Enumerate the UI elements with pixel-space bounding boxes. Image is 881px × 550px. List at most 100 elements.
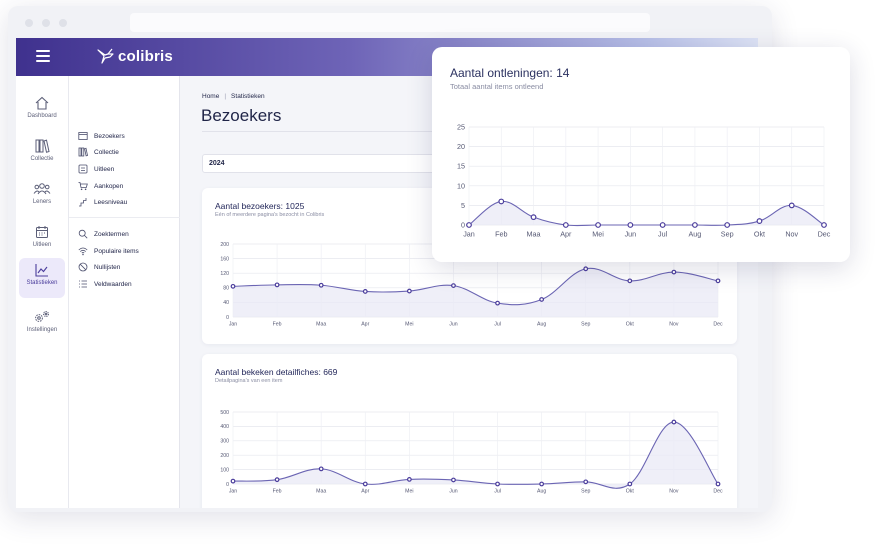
chart-icon [35,264,48,277]
x-tick-label: Sep [581,321,590,327]
logo-text: colibris [118,47,173,65]
search-icon [78,229,88,239]
page-title: Bezoekers [201,106,282,125]
icon-rail: Dashboard Collectie Leners Uitleen Stati… [16,76,69,508]
data-point [406,476,412,482]
x-tick-label: Nov [669,321,679,327]
x-tick-label: Mei [405,321,413,327]
rail-item-uitleen[interactable]: Uitleen [19,220,65,260]
submenu-item-aankopen[interactable]: Aankopen [78,179,123,193]
x-tick-label: Aug [689,230,702,239]
breadcrumb-current: Statistieken [231,93,265,100]
data-point [539,481,545,487]
home-icon [35,96,49,110]
x-tick-label: Nov [785,230,798,239]
data-point [627,222,634,228]
x-tick-label: Jun [625,230,637,239]
y-tick-label: 10 [457,181,465,190]
submenu-item-uitleen[interactable]: Uitleen [78,162,114,176]
submenu-label: Nullijsten [94,263,121,271]
y-tick-label: 25 [457,123,465,132]
loans-chart: 0 5 10 15 20 25 Jan Feb Maa Apr Mei Jun Jul Aug Sep Okt… [457,123,831,239]
gears-icon [35,311,49,322]
y-tick-label: 0 [226,482,229,488]
rail-item-leners[interactable]: Leners [19,177,65,217]
y-tick-label: 300 [220,439,229,445]
x-tick-label: Apr [361,488,369,494]
breadcrumb-home[interactable]: Home [202,93,219,100]
submenu-item-leesniveau[interactable]: Leesniveau [78,195,127,209]
address-bar[interactable] [130,13,650,32]
books-icon [35,139,50,153]
data-point [821,222,827,228]
y-tick-label: 0 [226,315,229,321]
visitors-icon [78,132,88,140]
cart-icon [78,182,88,191]
data-point [583,479,589,485]
rail-label: Dashboard [27,113,57,119]
data-point [583,266,589,272]
detail-views-chart: 0 100 200 300 400 500 Jan Feb Maa Apr Mei Jun Jul Aug… [220,410,723,495]
data-point [627,481,633,487]
minimize-dot[interactable] [42,19,50,27]
x-tick-label: Maa [316,321,326,327]
data-point [362,289,368,294]
close-dot[interactable] [25,19,33,27]
x-tick-label: Feb [495,230,507,239]
x-tick-label: Jun [449,321,457,327]
submenu-label: Aankopen [94,182,124,190]
logo[interactable]: colibris [96,46,173,66]
data-point [756,218,763,224]
x-tick-label: Okt [626,488,635,494]
series-area [233,268,718,317]
y-tick-label: 0 [461,221,465,230]
data-point [451,477,456,483]
data-point [562,222,569,228]
x-tick-label: Jul [494,488,501,494]
x-tick-label: Mei [592,230,604,239]
rail-label: Collectie [30,156,54,162]
menu-icon[interactable] [36,50,50,64]
y-tick-label: 80 [223,286,229,292]
users-icon [33,183,51,195]
x-tick-label: Sep [721,230,734,239]
wifi-icon [78,247,88,256]
maximize-dot[interactable] [59,19,67,27]
submenu-item-collectie[interactable]: Collectie [78,145,119,159]
submenu-item-populaire-items[interactable]: Populaire items [78,244,139,258]
x-tick-label: Jun [449,488,457,494]
data-point [318,282,324,288]
submenu-item-bezoekers[interactable]: Bezoekers [78,129,125,143]
x-tick-label: Apr [560,230,572,239]
data-point [466,222,472,228]
x-tick-label: Dec [713,488,723,494]
data-point [406,288,412,294]
y-tick-label: 20 [457,142,465,151]
data-point [495,300,500,306]
rail-label: Instellingen [26,327,58,333]
x-tick-label: Dec [818,230,831,239]
submenu-label: Zoektermen [94,230,129,238]
data-point [230,478,236,484]
data-point [274,477,280,483]
submenu-item-zoektermen[interactable]: Zoektermen [78,227,129,241]
x-tick-label: Maa [316,488,326,494]
data-point [692,222,698,228]
y-tick-label: 120 [220,271,229,277]
rail-item-instellingen[interactable]: Instellingen [19,305,65,345]
x-tick-label: Jan [229,488,237,494]
data-point [671,419,677,425]
levels-icon [79,198,87,207]
rail-item-dashboard[interactable]: Dashboard [19,91,65,131]
submenu-item-veldwaarden[interactable]: Veldwaarden [78,277,132,291]
x-tick-label: Maa [527,230,541,239]
x-tick-label: Feb [273,488,282,494]
list-icon [79,280,87,288]
submenu-item-nullijsten[interactable]: Nullijsten [78,260,120,274]
books-icon [78,147,88,157]
y-tick-label: 200 [220,453,229,459]
rail-item-collectie[interactable]: Collectie [19,134,65,174]
x-tick-label: Aug [537,488,546,494]
hummingbird-icon [97,48,114,64]
rail-item-statistieken[interactable]: Statistieken [19,258,65,298]
